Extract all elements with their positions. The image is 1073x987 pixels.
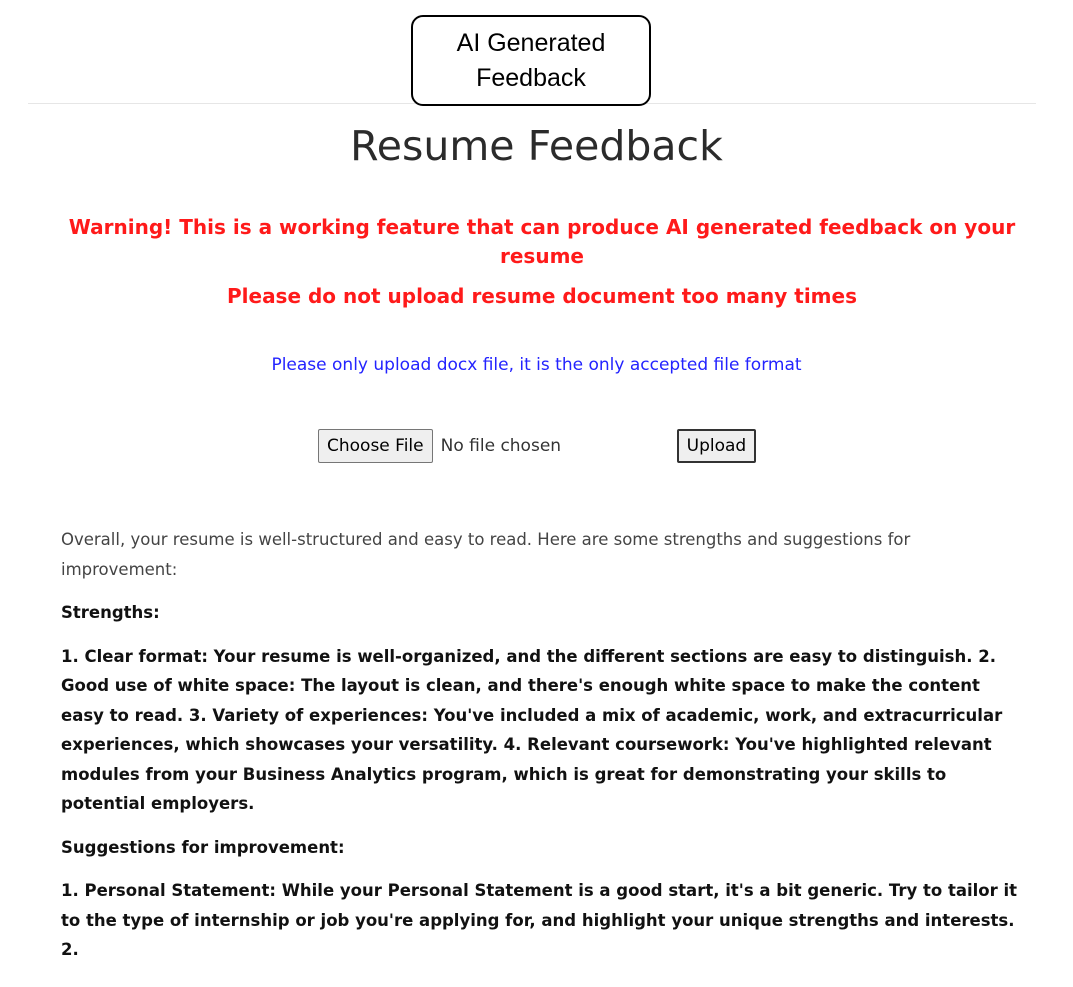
strengths-body: 1. Clear format: Your resume is well-org… [61,646,1003,814]
callout-line-2: Feedback [476,63,586,92]
ai-generated-feedback-callout: AI Generated Feedback [411,15,651,106]
file-status-label: No file chosen [440,436,562,456]
upload-limit-warning: Please do not upload resume document too… [226,284,857,308]
suggestions-heading: Suggestions for improvement: [61,837,345,857]
feedback-intro: Overall, your resume is well-structured … [61,530,911,579]
suggestions-body: 1. Personal Statement: While your Person… [61,881,1018,959]
strengths-heading: Strengths: [61,603,160,622]
upload-button[interactable]: Upload [676,429,757,463]
file-format-note: Please only upload docx file, it is the … [271,355,802,375]
choose-file-button[interactable]: Choose File [318,429,433,463]
page-title: Resume Feedback [350,122,723,170]
feedback-content: Overall, your resume is well-structured … [61,525,1026,979]
callout-line-1: AI Generated [456,28,606,57]
warning-message: Warning! This is a working feature that … [68,215,1016,268]
upload-form: Choose File No file chosen Upload [318,429,757,463]
